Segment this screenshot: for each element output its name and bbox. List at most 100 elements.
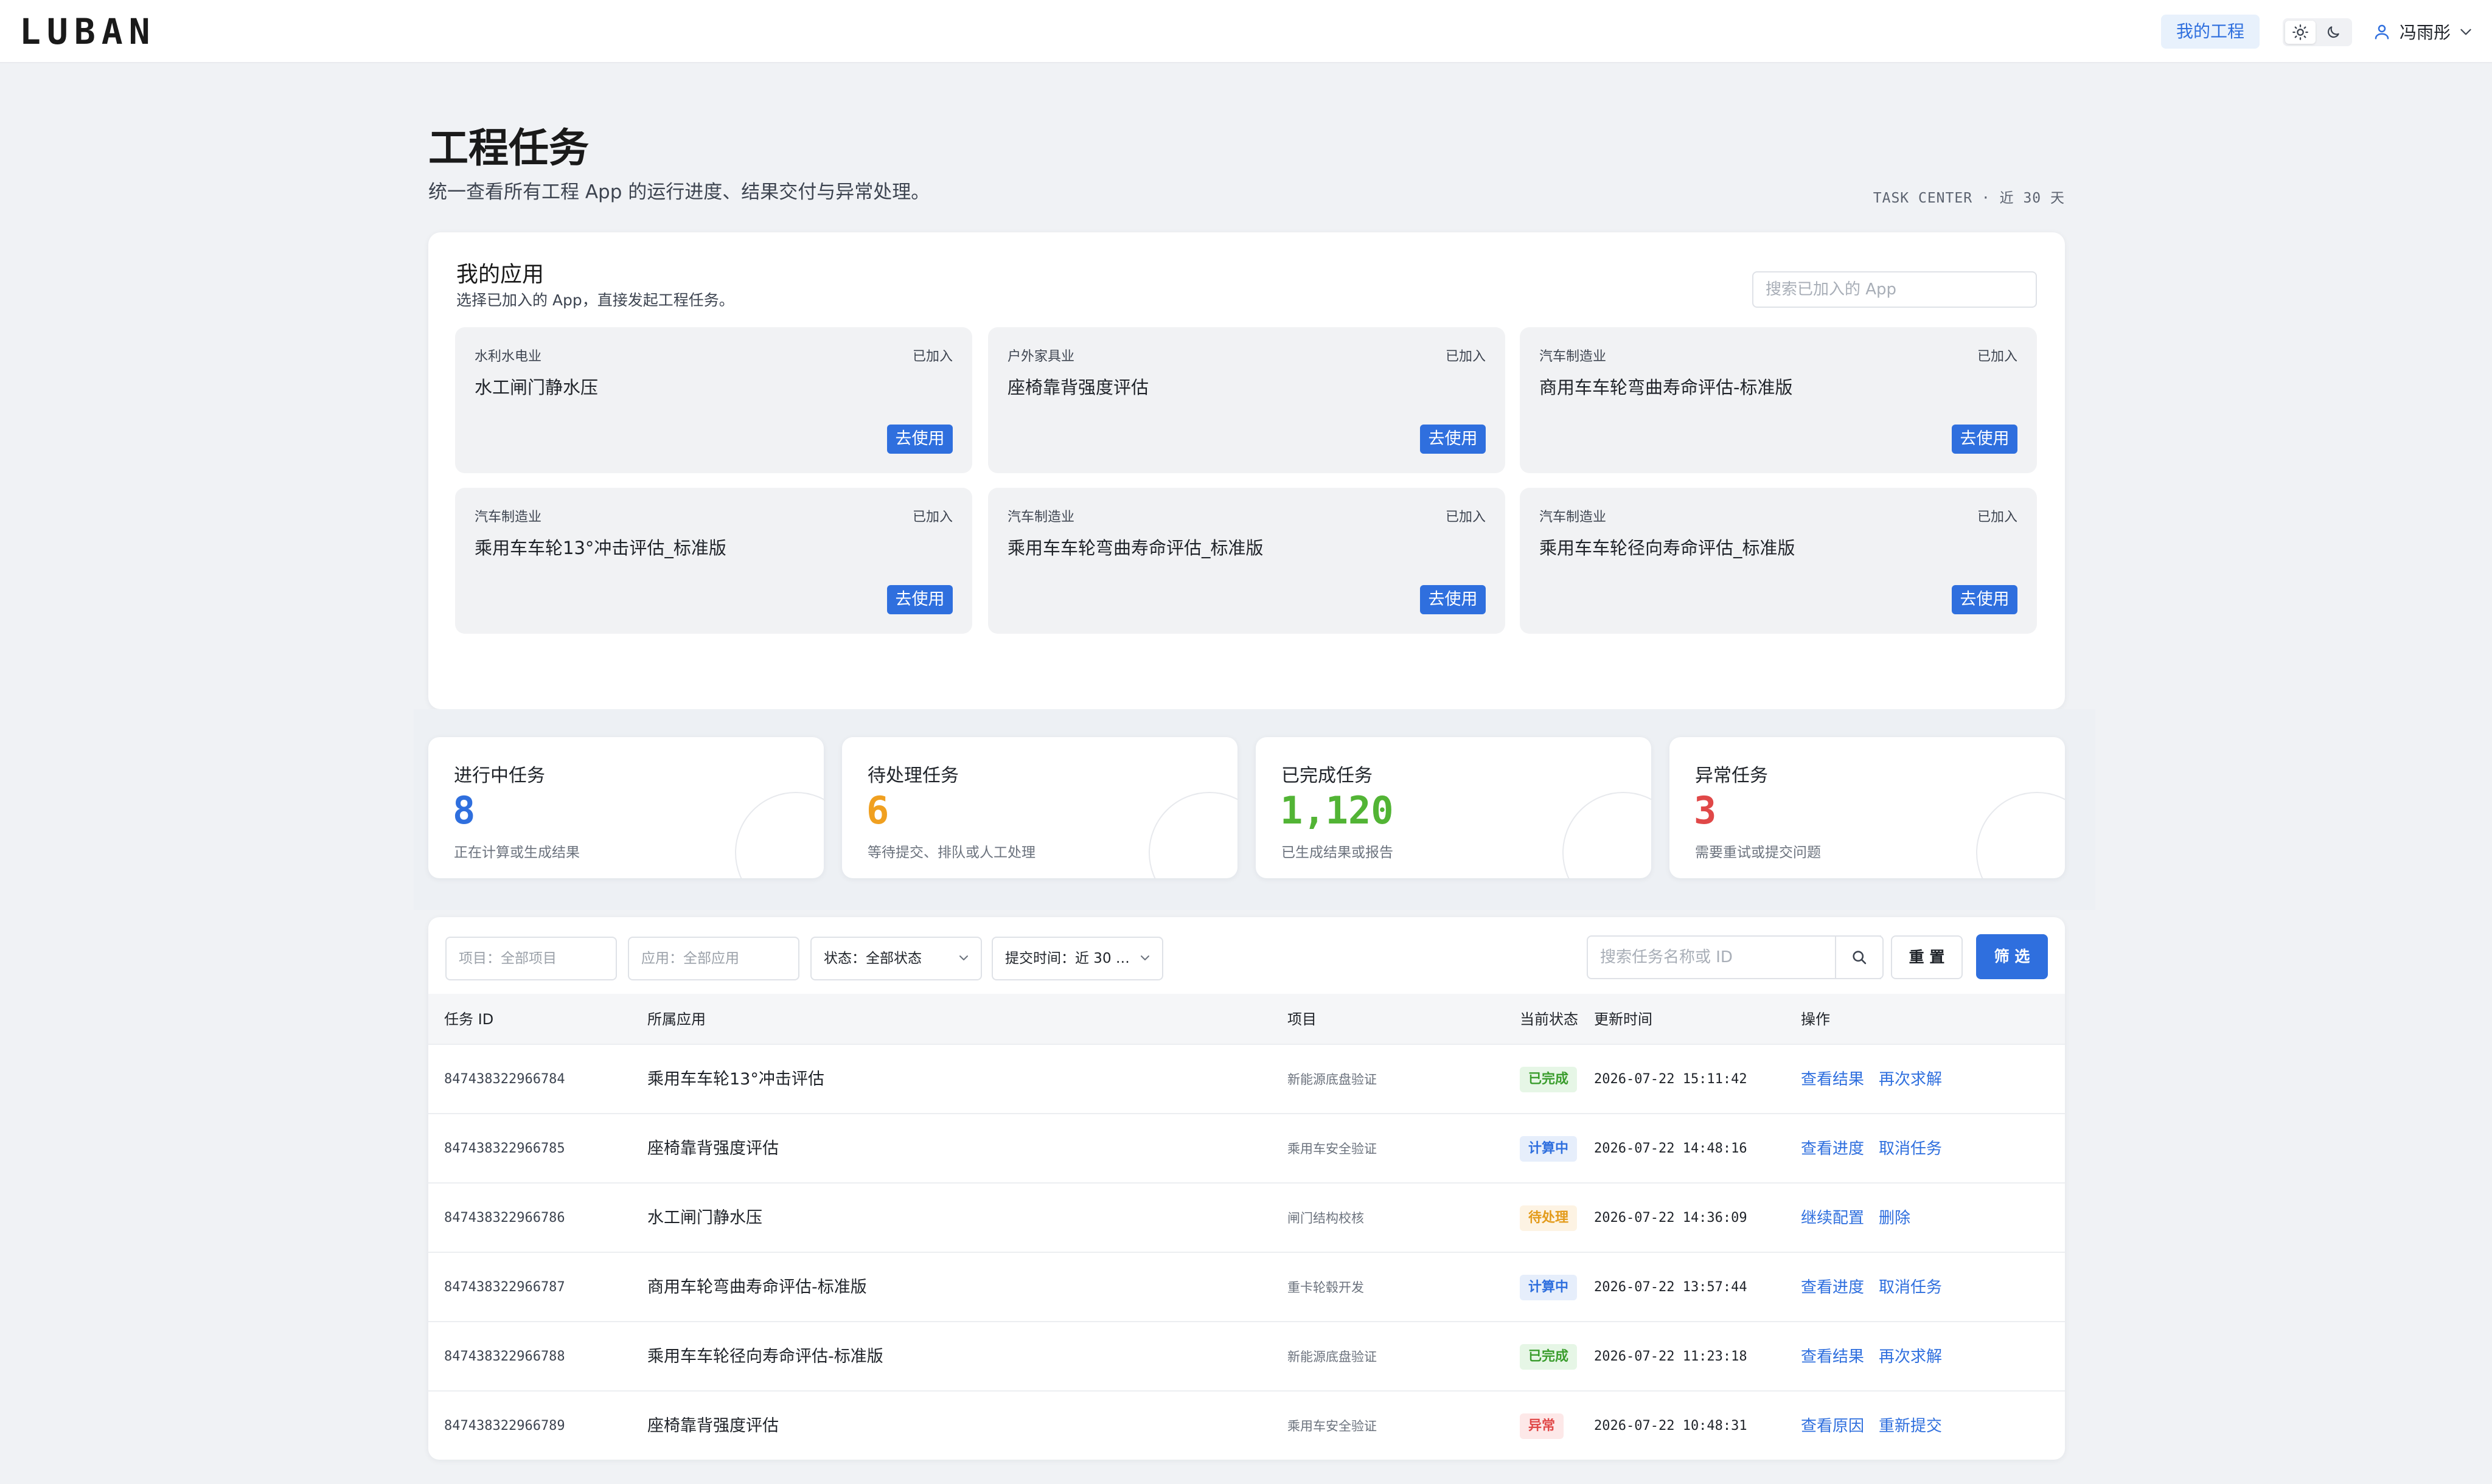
stat-description: 正在计算或生成结果 [454,845,580,861]
app-industry: 汽车制造业 [1539,349,1607,364]
filter-button[interactable]: 筛 选 [1976,934,2048,979]
task-updated-time: 2026-07-22 14:36:09 [1594,1210,1747,1226]
search-button[interactable] [1835,935,1884,979]
table-row[interactable]: 847438322966788 乘用车车轮径向寿命评估-标准版 新能源底盘验证 … [428,1322,2065,1392]
app-joined-status: 已加入 [912,349,953,364]
resolve-again-link[interactable]: 再次求解 [1879,1045,1942,1114]
chevron-down-icon [1141,955,1149,960]
status-filter-label: 状态：全部状态 [824,951,922,966]
chevron-down-icon [959,955,968,960]
user-menu[interactable]: 冯雨彤 [2373,17,2474,46]
use-app-button[interactable]: 去使用 [1420,425,1486,454]
my-apps-card: 我的应用 选择已加入的 App，直接发起工程任务。 水利水电业 已加入 水工闸门… [428,232,2065,709]
task-app: 乘用车车轮径向寿命评估-标准版 [647,1347,883,1366]
cancel-task-link[interactable]: 取消任务 [1879,1253,1942,1322]
stat-value: 6 [866,788,889,833]
app-tile[interactable]: 汽车制造业 已加入 乘用车车轮径向寿命评估_标准版 去使用 [1520,488,2037,634]
my-project-button[interactable]: 我的工程 [2161,15,2260,49]
time-filter-select[interactable]: 提交时间：近 30 … [992,937,1163,980]
stat-label: 异常任务 [1695,765,1768,786]
app-tile[interactable]: 户外家具业 已加入 座椅靠背强度评估 去使用 [988,327,1505,473]
table-row[interactable]: 847438322966785 座椅靠背强度评估 乘用车安全验证 计算中 202… [428,1114,2065,1184]
view-progress-link[interactable]: 查看进度 [1801,1114,1864,1184]
stat-description: 等待提交、排队或人工处理 [868,845,1035,861]
task-project: 重卡轮毂开发 [1287,1280,1364,1295]
table-row[interactable]: 847438322966784 乘用车车轮13°冲击评估 新能源底盘验证 已完成… [428,1045,2065,1114]
status-filter-select[interactable]: 状态：全部状态 [810,937,982,980]
resubmit-link[interactable]: 重新提交 [1879,1392,1942,1460]
app-industry: 水利水电业 [475,349,542,364]
view-progress-link[interactable]: 查看进度 [1801,1253,1864,1322]
search-icon [1853,951,1867,965]
status-badge: 异常 [1520,1413,1564,1439]
task-id: 847438322966785 [444,1141,565,1156]
task-project: 新能源底盘验证 [1287,1072,1377,1087]
task-updated-time: 2026-07-22 15:11:42 [1594,1072,1747,1087]
light-mode-button[interactable] [2285,21,2316,44]
view-result-link[interactable]: 查看结果 [1801,1045,1864,1114]
user-icon [2375,24,2389,40]
page-subtitle: 统一查看所有工程 App 的运行进度、结果交付与异常处理。 [428,181,930,203]
task-updated-time: 2026-07-22 10:48:31 [1594,1418,1747,1434]
task-app: 座椅靠背强度评估 [647,1416,779,1435]
stat-card-pending: 待处理任务 6 等待提交、排队或人工处理 [842,737,1237,878]
view-result-link[interactable]: 查看结果 [1801,1322,1864,1392]
task-id: 847438322966786 [444,1210,565,1226]
cancel-task-link[interactable]: 取消任务 [1879,1114,1942,1184]
status-badge: 待处理 [1520,1205,1578,1231]
app-filter[interactable]: 应用：全部应用 [628,937,799,980]
theme-toggle[interactable] [2283,18,2352,46]
table-row[interactable]: 847438322966787 商用车轮弯曲寿命评估-标准版 重卡轮毂开发 计算… [428,1253,2065,1322]
app-logo[interactable]: LUBAN [19,11,156,52]
app-tile[interactable]: 水利水电业 已加入 水工闸门静水压 去使用 [455,327,972,473]
table-header: 任务 ID 所属应用 项目 当前状态 更新时间 操作 [428,994,2065,1045]
app-industry: 汽车制造业 [475,510,542,525]
top-bar: LUBAN 我的工程 冯雨彤 [0,0,2492,63]
task-id: 847438322966789 [444,1418,565,1434]
use-app-button[interactable]: 去使用 [887,585,953,614]
tasks-card: 项目：全部项目 应用：全部应用 状态：全部状态 提交时间：近 30 … 重 置 … [428,917,2065,1460]
reset-button[interactable]: 重 置 [1891,935,1963,979]
task-project: 乘用车安全验证 [1287,1142,1377,1156]
task-updated-time: 2026-07-22 13:57:44 [1594,1280,1747,1295]
decorative-circle [1976,792,2065,878]
app-tile[interactable]: 汽车制造业 已加入 乘用车车轮13°冲击评估_标准版 去使用 [455,488,972,634]
task-id: 847438322966784 [444,1072,565,1087]
task-app: 水工闸门静水压 [647,1208,762,1227]
stat-value: 3 [1694,788,1717,833]
project-filter[interactable]: 项目：全部项目 [445,937,617,980]
dark-mode-button[interactable] [2318,21,2348,44]
app-name: 商用车车轮弯曲寿命评估-标准版 [1539,377,1793,398]
use-app-button[interactable]: 去使用 [1952,585,2017,614]
decorative-circle [1149,792,1237,878]
view-reason-link[interactable]: 查看原因 [1801,1392,1864,1460]
chevron-down-icon [2460,29,2471,35]
use-app-button[interactable]: 去使用 [887,425,953,454]
stat-label: 进行中任务 [454,765,545,786]
user-name: 冯雨彤 [2400,23,2451,43]
use-app-button[interactable]: 去使用 [1420,585,1486,614]
resolve-again-link[interactable]: 再次求解 [1879,1322,1942,1392]
use-app-button[interactable]: 去使用 [1952,425,2017,454]
page-title: 工程任务 [428,125,589,172]
app-name: 乘用车车轮径向寿命评估_标准版 [1539,538,1795,558]
status-badge: 已完成 [1520,1344,1578,1370]
column-header: 更新时间 [1594,1011,1652,1028]
task-project: 乘用车安全验证 [1287,1419,1377,1434]
decorative-circle [1562,792,1651,878]
app-search-input[interactable] [1752,271,2037,308]
app-tile[interactable]: 汽车制造业 已加入 乘用车车轮弯曲寿命评估_标准版 去使用 [988,488,1505,634]
decorative-circle [735,792,824,878]
delete-link[interactable]: 删除 [1879,1184,1910,1253]
column-header: 操作 [1801,1011,1830,1028]
app-joined-status: 已加入 [1445,510,1486,525]
task-center-meta: TASK CENTER · 近 30 天 [1873,190,2065,206]
app-tile[interactable]: 汽车制造业 已加入 商用车车轮弯曲寿命评估-标准版 去使用 [1520,327,2037,473]
my-apps-description: 选择已加入的 App，直接发起工程任务。 [456,291,734,309]
table-row[interactable]: 847438322966786 水工闸门静水压 闸门结构校核 待处理 2026-… [428,1184,2065,1253]
task-id: 847438322966788 [444,1349,565,1364]
table-row[interactable]: 847438322966789 座椅靠背强度评估 乘用车安全验证 异常 2026… [428,1392,2065,1460]
stat-description: 需要重试或提交问题 [1695,845,1821,861]
continue-config-link[interactable]: 继续配置 [1801,1184,1864,1253]
task-project: 新能源底盘验证 [1287,1350,1377,1364]
